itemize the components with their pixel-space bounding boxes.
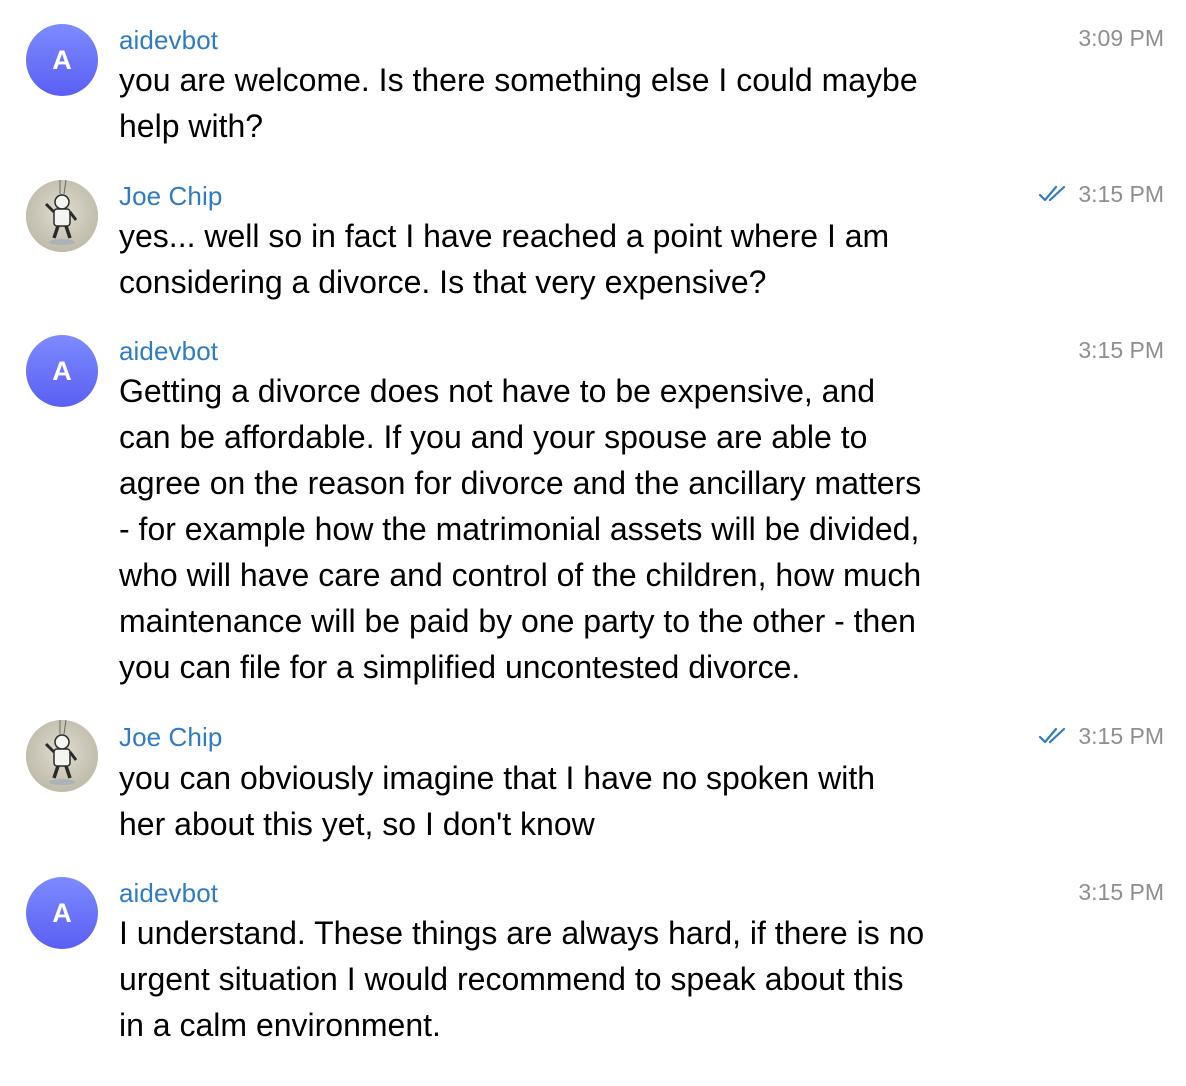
astronaut-photo-avatar-icon — [26, 720, 98, 792]
bot-avatar[interactable]: A — [26, 877, 98, 949]
sender-name[interactable]: Joe Chip — [119, 722, 222, 752]
message-text: I understand. These things are always ha… — [119, 915, 925, 1043]
double-check-icon — [1039, 185, 1066, 202]
message-time: 3:15 PM — [1078, 723, 1164, 749]
avatar-letter: A — [52, 897, 72, 928]
message-time: 3:15 PM — [1078, 879, 1164, 905]
message-text: you can obviously imagine that I have no… — [119, 760, 876, 842]
message-meta: 3:09 PM — [1078, 24, 1164, 52]
astronaut-photo-avatar-icon — [26, 180, 98, 252]
avatar-letter: A — [52, 355, 72, 386]
sender-name[interactable]: aidevbot — [119, 25, 218, 55]
avatar-letter: A — [52, 44, 72, 75]
message-time: 3:15 PM — [1078, 181, 1164, 207]
message-meta: 3:15 PM — [1038, 180, 1164, 208]
chat-message-list: A aidevbot 3:09 PM you are welcome. Is t… — [0, 0, 1186, 1086]
sender-name[interactable]: aidevbot — [119, 336, 218, 366]
user-avatar[interactable] — [26, 720, 98, 792]
double-check-icon — [1039, 727, 1066, 744]
user-avatar[interactable] — [26, 180, 98, 252]
bot-avatar[interactable]: A — [26, 24, 98, 96]
message-time: 3:09 PM — [1078, 25, 1164, 51]
message-meta: 3:15 PM — [1078, 878, 1164, 906]
message-text: you are welcome. Is there something else… — [119, 62, 918, 144]
message-meta: 3:15 PM — [1038, 722, 1164, 750]
message-meta: 3:15 PM — [1078, 336, 1164, 364]
bot-avatar[interactable]: A — [26, 335, 98, 407]
message-text: yes... well so in fact I have reached a … — [119, 218, 890, 300]
message-time: 3:15 PM — [1078, 337, 1164, 363]
sender-name[interactable]: Joe Chip — [119, 181, 222, 211]
sender-name[interactable]: aidevbot — [119, 878, 218, 908]
message-text: Getting a divorce does not have to be ex… — [119, 373, 922, 685]
